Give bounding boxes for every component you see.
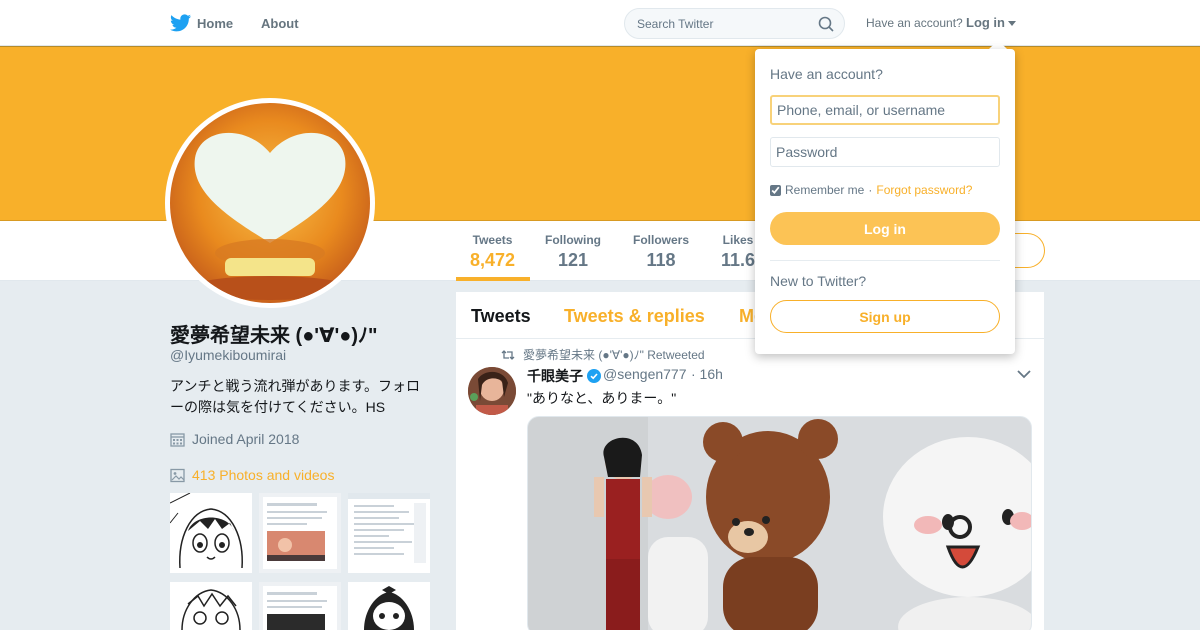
username-input[interactable]	[770, 95, 1000, 125]
avatar-image	[170, 103, 370, 303]
tweet-author-handle[interactable]: @sengen777	[603, 366, 687, 382]
active-stat-underline	[456, 277, 530, 281]
stat-value: 11.6	[721, 250, 756, 270]
joined-date: Joined April 2018	[170, 431, 299, 447]
new-to-twitter-text: New to Twitter?	[770, 273, 867, 289]
chevron-down-icon[interactable]	[1017, 369, 1031, 379]
remember-checkbox[interactable]	[770, 184, 781, 196]
nav-home-label: Home	[197, 15, 234, 31]
stat-likes[interactable]: Likes 11.6	[721, 233, 755, 271]
retweet-label[interactable]: 愛夢希望未来 (●'∀'●)ﾉ" Retweeted	[523, 346, 705, 363]
photos-label: 413 Photos and videos	[192, 467, 335, 483]
chevron-down-icon	[1008, 20, 1016, 26]
profile-bio: アンチと戦う流れ弾があります。フォローの際は気を付けてください。HS	[170, 378, 421, 415]
twitter-bird-icon	[170, 14, 191, 32]
nav-about-link[interactable]: About	[261, 16, 299, 31]
dropdown-title: Have an account?	[770, 66, 883, 82]
separator-dot: ·	[868, 183, 873, 197]
tab-tweets-replies[interactable]: Tweets & replies	[564, 306, 705, 327]
search-box[interactable]: Search Twitter	[624, 8, 845, 39]
stat-value: 121	[557, 250, 589, 270]
tweet-author-label: 千眼美子	[527, 368, 583, 384]
stat-value: 118	[646, 250, 676, 270]
stat-tweets[interactable]: Tweets 8,472	[470, 233, 515, 271]
media-thumbnail[interactable]	[259, 493, 341, 573]
media-thumbnail[interactable]	[348, 582, 430, 630]
media-thumbnail[interactable]	[259, 582, 341, 630]
forgot-password-link[interactable]: Forgot password?	[876, 183, 972, 197]
stat-label: Following	[545, 233, 601, 247]
avatar[interactable]	[165, 98, 375, 308]
joined-label: Joined April 2018	[192, 431, 300, 447]
verified-icon	[587, 369, 601, 383]
nav-home-link[interactable]: Home	[170, 13, 233, 33]
have-account-text: Have an account?	[866, 16, 963, 30]
photos-videos-link[interactable]: 413 Photos and videos	[170, 467, 334, 483]
tweet-avatar[interactable]	[468, 367, 516, 415]
tweet-text: "ありなと、ありまー。"	[527, 390, 677, 406]
media-thumbnail[interactable]	[348, 493, 430, 573]
dropdown-divider	[770, 260, 1000, 261]
media-thumbnail[interactable]	[170, 582, 252, 630]
photo-icon	[170, 468, 185, 482]
stat-value: 8,472	[470, 250, 516, 270]
remember-row: Remember me · Forgot password?	[770, 183, 972, 197]
search-input[interactable]: Search Twitter	[637, 17, 713, 31]
password-input[interactable]	[770, 137, 1000, 167]
signup-button[interactable]: Sign up	[770, 300, 1000, 333]
media-thumbnail[interactable]	[170, 493, 252, 573]
login-link-label: Log in	[966, 15, 1005, 30]
stat-label: Likes	[722, 233, 754, 247]
tweet-timestamp[interactable]: · 16h	[691, 366, 723, 382]
login-button[interactable]: Log in	[770, 212, 1000, 245]
top-nav: Home About Search Twitter Have an accoun…	[0, 0, 1200, 46]
retweet-icon	[501, 349, 515, 360]
stat-followers[interactable]: Followers 118	[633, 233, 689, 271]
tweet-media-image[interactable]	[527, 416, 1032, 630]
calendar-icon	[170, 432, 185, 447]
dropdown-arrow	[989, 40, 1007, 49]
stat-following[interactable]: Following 121	[545, 233, 601, 271]
search-icon[interactable]	[818, 16, 834, 32]
profile-handle[interactable]: @Iyumekiboumirai	[170, 347, 286, 363]
tab-tweets[interactable]: Tweets	[471, 306, 531, 327]
stat-label: Followers	[633, 233, 690, 247]
login-dropdown-toggle[interactable]: Log in	[966, 15, 1016, 30]
stat-label: Tweets	[472, 233, 513, 247]
remember-label[interactable]: Remember me	[785, 183, 864, 197]
retweet-context: 愛夢希望未来 (●'∀'●)ﾉ" Retweeted	[501, 346, 705, 363]
tweet-author-name[interactable]: 千眼美子	[527, 366, 601, 386]
login-dropdown: Have an account? Remember me · Forgot pa…	[755, 49, 1015, 354]
profile-name[interactable]: 愛夢希望未来 (●'∀'●)ﾉ"	[170, 319, 378, 348]
